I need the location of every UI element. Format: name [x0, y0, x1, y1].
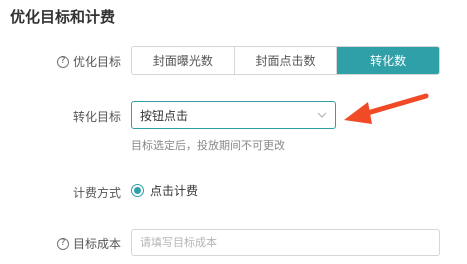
annotation-arrow-icon — [344, 93, 429, 124]
radio-selected-dot — [134, 187, 141, 194]
question-circle-icon[interactable]: ? — [56, 237, 69, 250]
conversion-target-select[interactable]: 按钮点击 — [131, 101, 336, 129]
segment-cover-impressions[interactable]: 封面曝光数 — [132, 47, 235, 74]
optimize-target-label-group: ? 优化目标 — [56, 53, 121, 70]
conversion-target-hint: 目标选定后，投放期间不可更改 — [131, 139, 285, 152]
conversion-target-value: 按钮点击 — [140, 108, 189, 123]
conversion-target-label-group: 转化目标 — [73, 108, 121, 125]
billing-label: 计费方式 — [72, 186, 121, 200]
billing-radio-cpc[interactable]: 点击计费 — [131, 182, 198, 199]
billing-label-group: 计费方式 — [73, 184, 121, 201]
optimize-target-label: 优化目标 — [72, 55, 121, 69]
segment-conversions[interactable]: 转化数 — [337, 47, 439, 74]
target-cost-label-group: ? 目标成本 — [56, 235, 121, 252]
ad-optimization-form: 优化目标和计费 ? 优化目标 封面曝光数 封面点击数 转化数 转化目标 按钮点击… — [0, 0, 467, 264]
chevron-down-icon — [317, 110, 327, 120]
target-cost-input[interactable] — [131, 229, 440, 256]
section-title: 优化目标和计费 — [10, 8, 116, 26]
radio-button[interactable] — [131, 184, 144, 197]
question-circle-icon[interactable]: ? — [56, 55, 69, 68]
conversion-target-label: 转化目标 — [72, 110, 121, 124]
segment-cover-clicks[interactable]: 封面点击数 — [234, 47, 338, 74]
target-cost-label: 目标成本 — [72, 237, 121, 251]
billing-option-label: 点击计费 — [150, 184, 199, 198]
optimize-target-segmented-control: 封面曝光数 封面点击数 转化数 — [131, 46, 440, 75]
